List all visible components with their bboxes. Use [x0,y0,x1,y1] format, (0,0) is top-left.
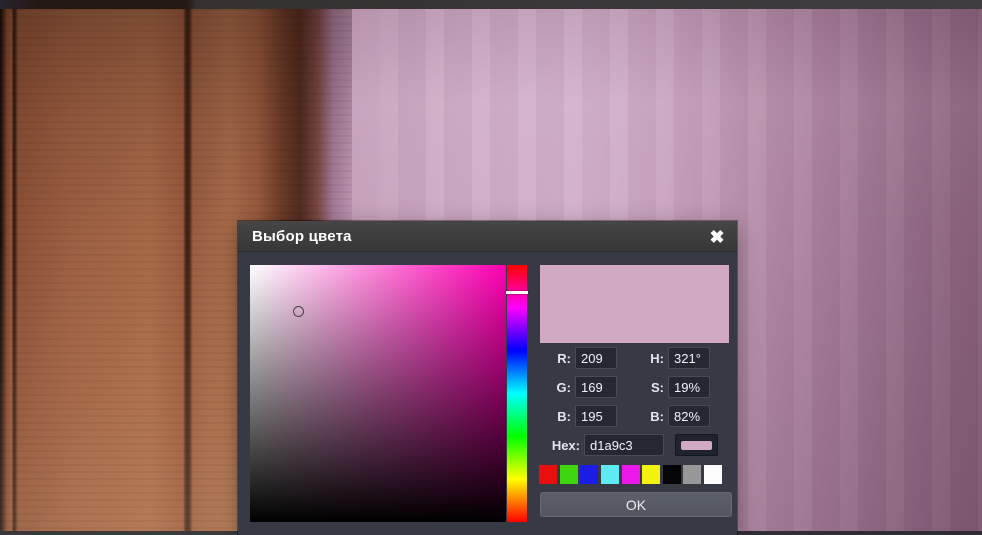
preset-palette [539,465,722,484]
green-label: G: [556,379,571,395]
dialog-title: Выбор цвета [252,227,352,245]
dialog-titlebar: Выбор цвета ✖ [238,221,737,252]
hex-input[interactable] [584,434,664,456]
saturation-input[interactable] [668,376,710,398]
top-dark-strip [0,0,982,9]
preset-swatch-yellow[interactable] [642,465,661,484]
hue-input[interactable] [668,347,710,369]
screen: Выбор цвета ✖ R: G: B: H: S [0,0,982,535]
preset-swatch-green[interactable] [559,465,578,484]
hue-label: H: [650,350,664,366]
hex-field: Hex: [528,434,664,456]
red-input[interactable] [575,347,617,369]
saturation-brightness-square[interactable] [250,265,506,522]
color-preview [540,265,729,343]
saturation-label: S: [651,379,664,395]
brightness-label: B: [650,408,664,424]
preset-swatch-white[interactable] [704,465,722,484]
red-field: R: [528,347,617,369]
preset-swatch-black[interactable] [662,465,681,484]
color-cursor[interactable] [293,306,304,317]
hue-slider-handle[interactable] [506,291,528,294]
hex-color-swatch [681,440,712,450]
color-picker-dialog: Выбор цвета ✖ R: G: B: H: S [238,221,737,535]
blue-input[interactable] [575,405,617,427]
preset-swatch-red[interactable] [539,465,557,484]
red-label: R: [557,350,571,366]
close-icon: ✖ [709,226,725,247]
preset-swatch-magenta[interactable] [621,465,640,484]
preset-swatch-cyan[interactable] [600,465,619,484]
hue-field: H: [622,347,710,369]
hex-label: Hex: [551,437,580,453]
preset-swatch-gray[interactable] [683,465,702,484]
hue-slider[interactable] [506,265,528,522]
green-field: G: [528,376,617,398]
green-input[interactable] [575,376,617,398]
brightness-field: B: [622,405,710,427]
hex-color-button[interactable] [675,434,718,456]
preset-swatch-blue[interactable] [580,465,599,484]
blue-label: B: [557,408,571,424]
close-button[interactable]: ✖ [703,223,731,250]
ok-button[interactable]: OK [540,492,732,517]
blue-field: B: [528,405,617,427]
saturation-field: S: [622,376,710,398]
brightness-input[interactable] [668,405,710,427]
